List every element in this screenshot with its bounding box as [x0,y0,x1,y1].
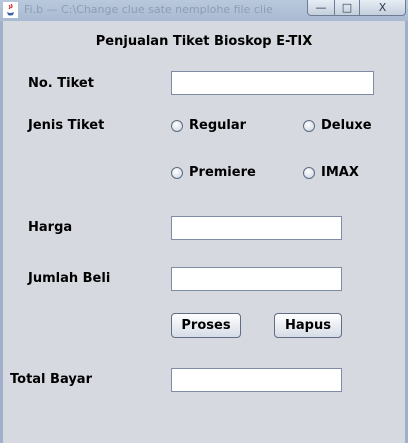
no-tiket-label: No. Tiket [28,76,94,91]
minimize-icon: — [315,1,327,14]
app-window: Fi.b — C:\Change clue sate nemplohe file… [0,0,408,443]
radio-deluxe-label: Deluxe [321,118,372,133]
radio-imax[interactable]: IMAX [303,165,359,180]
jumlah-beli-input[interactable] [171,267,342,291]
radio-imax-label: IMAX [321,165,359,180]
radio-circle-icon[interactable] [171,166,183,179]
radio-regular[interactable]: Regular [171,118,246,133]
radio-circle-icon[interactable] [303,119,315,132]
form-heading: Penjualan Tiket Bioskop E-TIX [95,34,313,49]
radio-circle-icon[interactable] [171,119,183,132]
radio-deluxe[interactable]: Deluxe [303,118,372,133]
window-title: Fi.b — C:\Change clue sate nemplohe file… [24,3,273,16]
no-tiket-input[interactable] [171,71,374,95]
hapus-button[interactable]: Hapus [274,313,342,338]
radio-premiere-label: Premiere [189,165,256,180]
total-bayar-input[interactable] [171,368,342,392]
minimize-button[interactable]: — [307,0,335,16]
total-bayar-label: Total Bayar [10,372,92,387]
harga-input[interactable] [171,216,342,240]
jumlah-beli-label: Jumlah Beli [28,271,111,286]
radio-regular-label: Regular [189,118,247,133]
java-app-icon [3,2,18,18]
close-icon: X [378,1,387,14]
proses-button[interactable]: Proses [171,313,241,338]
jenis-tiket-label: Jenis Tiket [28,118,105,133]
harga-label: Harga [28,220,73,235]
radio-premiere[interactable]: Premiere [171,165,256,180]
title-bar[interactable]: Fi.b — C:\Change clue sate nemplohe file… [0,0,408,22]
radio-circle-icon[interactable] [303,166,315,179]
maximize-icon: □ [341,1,353,14]
maximize-button[interactable]: □ [334,0,360,16]
close-button[interactable]: X [359,0,406,16]
